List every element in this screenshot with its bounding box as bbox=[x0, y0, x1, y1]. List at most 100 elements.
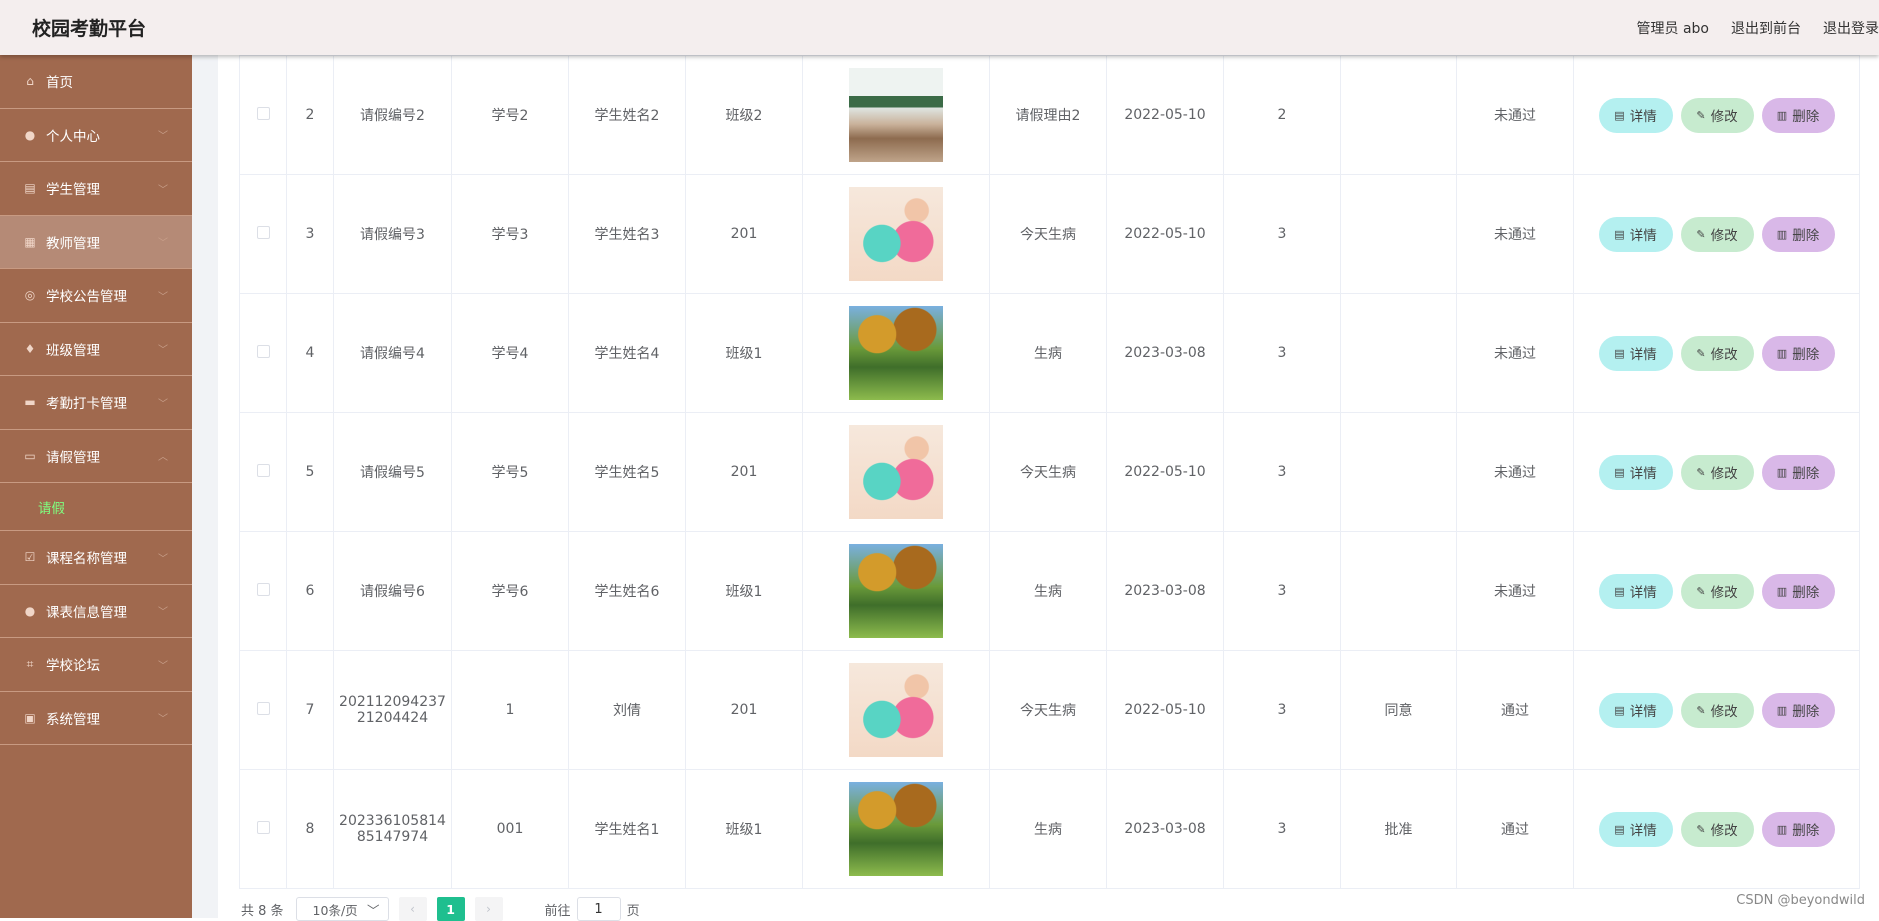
sidebar-item-leave-management[interactable]: ▭ 请假管理 ︿ bbox=[0, 430, 192, 483]
delete-button[interactable]: ▥ 删除 bbox=[1761, 811, 1835, 847]
grid-icon: ▦ bbox=[24, 234, 36, 249]
row-checkbox[interactable] bbox=[256, 463, 270, 477]
cell-leave-no: 请假编号2 bbox=[333, 55, 452, 175]
sidebar-item-class-management[interactable]: ♦ 班级管理 ﹀ bbox=[0, 323, 192, 376]
detail-button[interactable]: ▤ 详情 bbox=[1598, 97, 1673, 133]
page-jump-input[interactable]: 1 bbox=[576, 897, 621, 921]
next-page-button[interactable]: › bbox=[474, 897, 503, 921]
cell-student-name: 学生姓名6 bbox=[568, 531, 686, 651]
chevron-left-icon: ‹ bbox=[410, 902, 415, 916]
row-checkbox[interactable] bbox=[256, 106, 270, 120]
cell-actions: ▤ 详情 ✎ 修改 ▥ 删除 bbox=[1573, 55, 1860, 175]
cell-reply bbox=[1340, 174, 1457, 294]
edit-button[interactable]: ✎ 修改 bbox=[1680, 573, 1754, 609]
delete-button[interactable]: ▥ 删除 bbox=[1761, 454, 1835, 490]
sidebar-item-personal-center[interactable]: ● 个人中心 ﹀ bbox=[0, 109, 192, 162]
app-title: 校园考勤平台 bbox=[32, 18, 147, 40]
chevron-up-icon: ︿ bbox=[158, 452, 168, 464]
logout-link[interactable]: 退出登录 bbox=[1823, 18, 1879, 38]
cell-date: 2022-05-10 bbox=[1106, 412, 1224, 532]
cell-date: 2023-03-08 bbox=[1106, 769, 1224, 889]
sidebar-item-school-forum[interactable]: ⌗ 学校论坛 ﹀ bbox=[0, 638, 192, 692]
leave-photo bbox=[849, 425, 943, 519]
admin-label: 管理员 abo bbox=[1636, 21, 1709, 37]
chevron-down-icon: ﹀ bbox=[158, 238, 168, 250]
cell-actions: ▤ 详情 ✎ 修改 ▥ 删除 bbox=[1573, 650, 1860, 770]
delete-button[interactable]: ▥ 删除 bbox=[1761, 97, 1835, 133]
sidebar-item-label: 课程名称管理 bbox=[46, 551, 127, 568]
sidebar-item-home[interactable]: ⌂ 首页 bbox=[0, 55, 192, 109]
cell-index: 2 bbox=[286, 55, 334, 175]
sidebar-item-notice-management[interactable]: ◎ 学校公告管理 ﹀ bbox=[0, 269, 192, 323]
delete-button[interactable]: ▥ 删除 bbox=[1761, 573, 1835, 609]
edit-button[interactable]: ✎ 修改 bbox=[1680, 216, 1754, 252]
sidebar-item-label: 首页 bbox=[46, 75, 73, 92]
cell-status: 未通过 bbox=[1456, 174, 1574, 294]
sidebar-item-timetable-management[interactable]: ● 课表信息管理 ﹀ bbox=[0, 585, 192, 638]
home-icon: ⌂ bbox=[26, 74, 34, 89]
compass-icon: ◎ bbox=[24, 288, 36, 303]
checkbox-icon: ☑ bbox=[24, 550, 36, 565]
cell-reply bbox=[1340, 531, 1457, 651]
detail-button[interactable]: ▤ 详情 bbox=[1598, 216, 1673, 252]
page-jump: 前往 1 页 bbox=[545, 897, 640, 921]
detail-button[interactable]: ▤ 详情 bbox=[1598, 454, 1673, 490]
cell-reply: 批准 bbox=[1340, 769, 1457, 889]
cell-class: 201 bbox=[685, 412, 803, 532]
row-checkbox[interactable] bbox=[256, 225, 270, 239]
detail-button[interactable]: ▤ 详情 bbox=[1598, 335, 1673, 371]
cell-index: 8 bbox=[286, 769, 334, 889]
sidebar-item-course-management[interactable]: ☑ 课程名称管理 ﹀ bbox=[0, 531, 192, 585]
cell-status: 通过 bbox=[1456, 650, 1574, 770]
table-row: 7 202112094237 21204424 1 刘倩 201 今天生病 202… bbox=[239, 650, 1860, 770]
edit-button[interactable]: ✎ 修改 bbox=[1680, 97, 1754, 133]
crop-icon: ⌗ bbox=[26, 656, 34, 671]
edit-button[interactable]: ✎ 修改 bbox=[1680, 692, 1754, 728]
cell-student-no: 学号5 bbox=[451, 412, 569, 532]
leave-photo bbox=[849, 544, 943, 638]
sidebar-item-system-management[interactable]: ▣ 系统管理 ﹀ bbox=[0, 692, 192, 745]
cell-reason: 生病 bbox=[989, 769, 1107, 889]
location-icon: ♦ bbox=[24, 341, 36, 356]
cell-index: 3 bbox=[286, 174, 334, 294]
row-checkbox[interactable] bbox=[256, 820, 270, 834]
chevron-down-icon: ﹀ bbox=[158, 291, 168, 303]
edit-button[interactable]: ✎ 修改 bbox=[1680, 335, 1754, 371]
row-checkbox[interactable] bbox=[256, 701, 270, 715]
user-icon: ● bbox=[24, 603, 36, 618]
sidebar-item-teacher-management[interactable]: ▦ 教师管理 ﹀ bbox=[0, 215, 192, 269]
delete-button[interactable]: ▥ 删除 bbox=[1761, 335, 1835, 371]
cell-status: 未通过 bbox=[1456, 293, 1574, 413]
edit-button[interactable]: ✎ 修改 bbox=[1680, 811, 1754, 847]
chevron-down-icon: ﹀ bbox=[158, 607, 168, 619]
sidebar-item-attendance-management[interactable]: ▬ 考勤打卡管理 ﹀ bbox=[0, 376, 192, 430]
row-checkbox[interactable] bbox=[256, 582, 270, 596]
watermark: CSDN @beyondwild bbox=[1736, 893, 1865, 908]
cell-days: 3 bbox=[1223, 531, 1341, 651]
back-to-front-link[interactable]: 退出到前台 bbox=[1731, 18, 1801, 38]
cell-student-no: 学号2 bbox=[451, 55, 569, 175]
page-size-select[interactable]: 10条/页 ﹀ bbox=[295, 897, 389, 921]
page-number-current[interactable]: 1 bbox=[436, 897, 465, 921]
camera-icon: ▣ bbox=[24, 710, 36, 725]
delete-button[interactable]: ▥ 删除 bbox=[1761, 216, 1835, 252]
detail-button[interactable]: ▤ 详情 bbox=[1598, 811, 1673, 847]
cell-days: 3 bbox=[1223, 293, 1341, 413]
cell-reply: 同意 bbox=[1340, 650, 1457, 770]
detail-button[interactable]: ▤ 详情 bbox=[1598, 573, 1673, 609]
edit-button[interactable]: ✎ 修改 bbox=[1680, 454, 1754, 490]
cell-index: 7 bbox=[286, 650, 334, 770]
top-links: 管理员 abo 退出到前台 退出登录 bbox=[1637, 18, 1879, 38]
chevron-down-icon: ﹀ bbox=[158, 131, 168, 143]
prev-page-button[interactable]: ‹ bbox=[398, 897, 427, 921]
detail-button[interactable]: ▤ 详情 bbox=[1598, 692, 1673, 728]
delete-button[interactable]: ▥ 删除 bbox=[1761, 692, 1835, 728]
sidebar-subitem-leave[interactable]: 请假 bbox=[0, 483, 192, 531]
cell-reply bbox=[1340, 293, 1457, 413]
chevron-down-icon: ﹀ bbox=[158, 345, 168, 357]
row-checkbox[interactable] bbox=[256, 344, 270, 358]
sidebar-item-student-management[interactable]: ▤ 学生管理 ﹀ bbox=[0, 162, 192, 216]
leave-photo bbox=[849, 306, 943, 400]
goto-suffix: 页 bbox=[626, 903, 640, 919]
pagination-total: 共 8 条 bbox=[241, 903, 284, 919]
